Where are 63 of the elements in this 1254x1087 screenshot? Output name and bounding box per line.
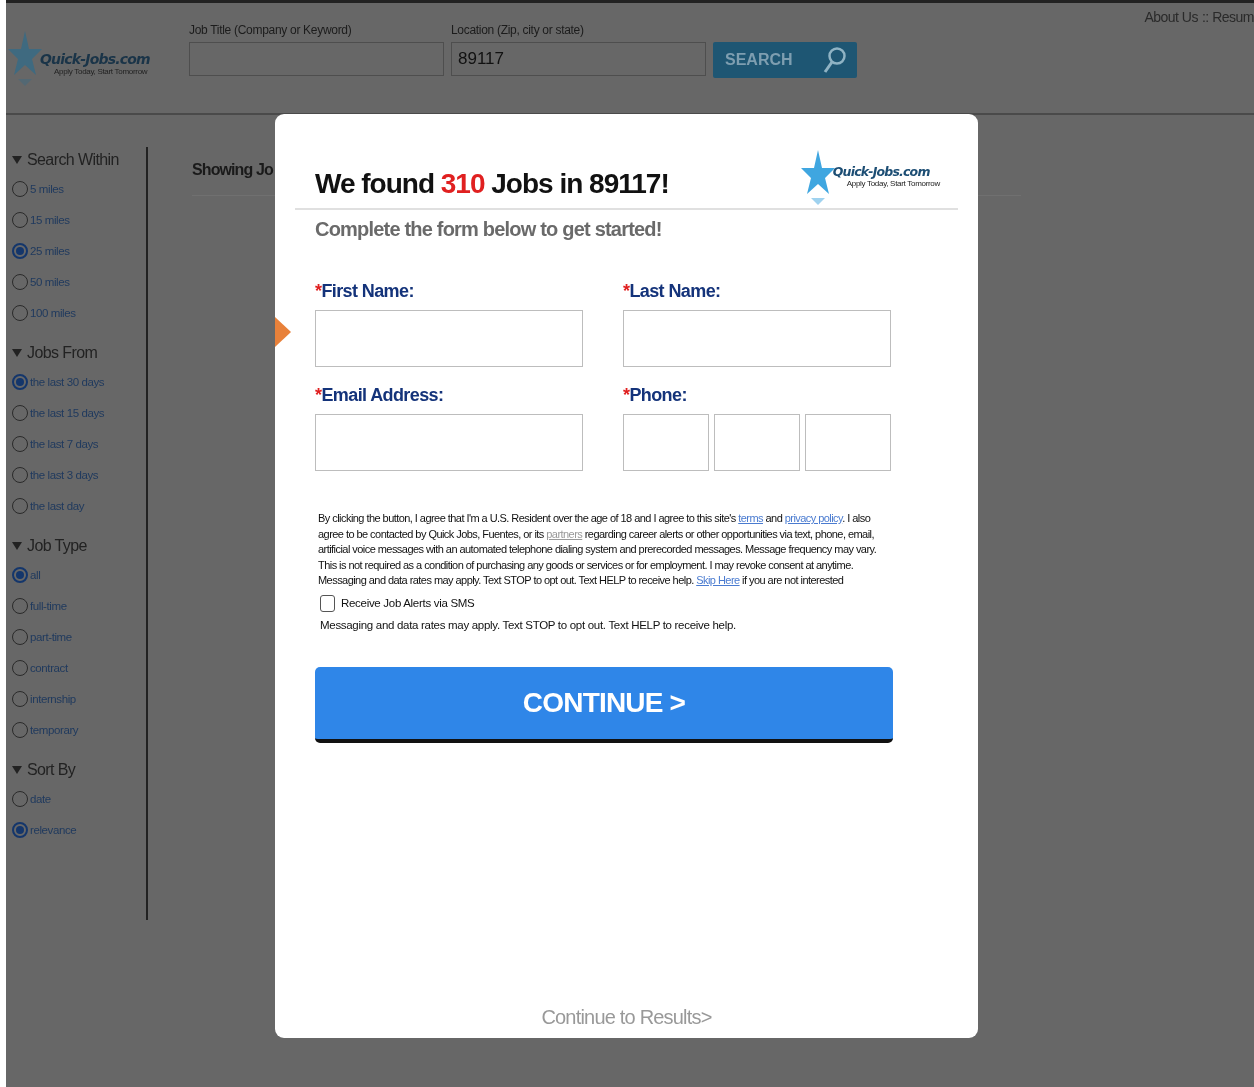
filter-heading[interactable]: Jobs From [27, 344, 98, 362]
logo-wordmark: Quick-Jobs.com [40, 51, 150, 67]
inline-link[interactable]: terms [738, 512, 763, 524]
filter-heading[interactable]: Search Within [27, 151, 119, 169]
logo-tagline: Apply Today, Start Tomorrow [846, 179, 940, 188]
logo-wordmark: Quick-Jobs.com [832, 164, 931, 179]
filter-option-link[interactable]: contract [30, 661, 68, 674]
phone-input-field[interactable] [805, 414, 891, 471]
location-field[interactable]: 89117 [451, 42, 706, 76]
expand-triangle-icon [12, 349, 22, 357]
job-title-field[interactable] [189, 42, 444, 76]
sms-note: Messaging and data rates may apply. Text STOP to opt out. Text HELP to receive help. [320, 618, 737, 631]
search-icon [823, 46, 847, 74]
expand-triangle-icon [12, 156, 22, 164]
nav-link[interactable]: About Us [1144, 9, 1198, 25]
filter-option-link[interactable]: 100 miles [30, 306, 76, 319]
filter-option-link[interactable]: 5 miles [30, 182, 64, 195]
inline-link[interactable]: partners [546, 527, 583, 540]
filter-option-link[interactable]: the last day [30, 499, 84, 512]
dialog-subtitle: Complete the form below to get started! [315, 218, 663, 241]
expand-triangle-icon [12, 542, 22, 550]
filter-option-link[interactable]: temporary [30, 723, 79, 736]
field-label: Location (Zip, city or state) [451, 23, 585, 37]
checkbox-label: Receive Job Alerts via SMS [341, 597, 475, 609]
filter-option-link[interactable]: 50 miles [30, 275, 70, 288]
text-input-field[interactable] [315, 414, 583, 471]
text-input-field[interactable] [623, 310, 891, 367]
expand-triangle-icon [12, 766, 22, 774]
search-button[interactable]: SEARCH [713, 42, 857, 78]
radio-button[interactable] [12, 373, 28, 390]
radio-button[interactable] [12, 566, 28, 583]
filter-heading[interactable]: Sort By [27, 761, 76, 779]
filter-option-link[interactable]: date [30, 792, 51, 805]
field-label: *Last Name: [623, 281, 722, 302]
checkbox[interactable] [320, 594, 335, 612]
filter-heading[interactable]: Job Type [27, 537, 87, 555]
filter-option-link[interactable]: part-time [30, 630, 72, 643]
filter-option-link[interactable]: the last 3 days [30, 468, 99, 481]
filter-option-link[interactable]: the last 7 days [30, 437, 99, 450]
consent-text: By clicking the button, I agree that I'm a U.S. Resident over the age of 18 and I agree to this site's terms and privacy policy. I also agree to be contacted by Quick Jobs, Fuentes, or its partners regarding career alerts or other opportunities via text, phone, email, artificial voice messages with an automated telephone dialing system and prerecorded messages. Message frequency may vary. This is not required as a condition of purchasing any goods or services or for employment. I may revoke consent at anytime. Messaging and data rates may apply. Text STOP to opt out. Text HELP to receive help. Skip Here if you are not interested [318, 511, 878, 588]
filter-option-link[interactable]: relevance [30, 823, 77, 836]
phone-input-field[interactable] [623, 414, 709, 471]
filter-option-link[interactable]: full-time [30, 599, 67, 612]
pointer-arrow-icon [275, 317, 291, 347]
filter-option-link[interactable]: 25 miles [30, 244, 70, 257]
logo-tagline: Apply Today, Start Tomorrow [54, 67, 149, 76]
continue-button[interactable]: CONTINUE > [315, 666, 893, 743]
filter-option-link[interactable]: internship [30, 692, 76, 705]
field-label: *Email Address: [315, 385, 445, 406]
text-input-field[interactable] [315, 310, 583, 367]
field-label: *Phone: [623, 385, 688, 406]
filter-option-link[interactable]: all [30, 568, 41, 581]
filter-option-link[interactable]: the last 30 days [30, 375, 105, 388]
radio-button[interactable] [12, 821, 28, 838]
field-label: *First Name: [315, 281, 415, 302]
radio-button[interactable] [12, 242, 28, 259]
phone-input-field[interactable] [714, 414, 800, 471]
continue-to-results-link[interactable]: Continue to Results> [541, 1006, 712, 1029]
filter-option-link[interactable]: 15 miles [30, 213, 70, 226]
nav-link[interactable]: :: Resum [1202, 9, 1254, 25]
field-label: Job Title (Company or Keyword) [189, 23, 353, 37]
filter-option-link[interactable]: the last 15 days [30, 406, 105, 419]
inline-link[interactable]: Skip Here [696, 574, 740, 586]
